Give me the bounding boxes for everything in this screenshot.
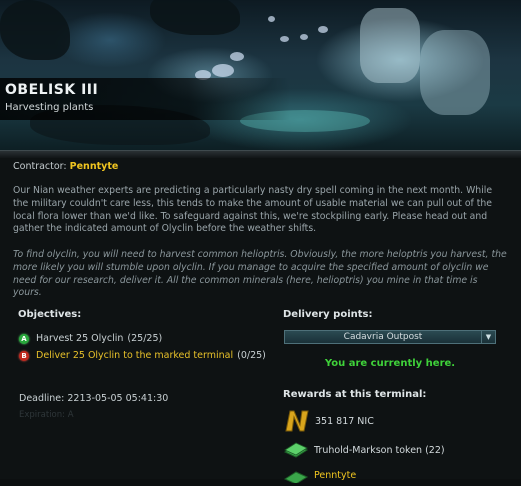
rewards-heading: Rewards at this terminal: — [283, 389, 427, 400]
contractor-line: Contractor: Penntyte — [13, 161, 118, 172]
mission-description: Our Nian weather experts are predicting … — [13, 185, 493, 235]
current-location-status: You are currently here. — [324, 358, 456, 369]
objective-item: A Harvest 25 Olyclin (25/25) — [19, 333, 162, 344]
objective-text: Harvest 25 Olyclin — [36, 333, 124, 344]
delivery-point-select[interactable]: Cadavria Outpost ▼ — [284, 330, 496, 344]
expiration-ghost-text: Expiration: A — [19, 410, 74, 420]
mission-details-panel: Contractor: Penntyte Our Nian weather ex… — [0, 158, 521, 485]
objective-item: B Deliver 25 Olyclin to the marked termi… — [19, 350, 266, 361]
contractor-name[interactable]: Penntyte — [70, 161, 119, 172]
reward-label: Truhold-Markson token (22) — [314, 444, 445, 456]
faction-icon — [283, 467, 309, 485]
mission-banner: OBELISK III Harvesting plants — [0, 0, 521, 150]
reward-item: 351 817 NIC — [284, 409, 374, 433]
nic-currency-icon — [284, 409, 310, 433]
objective-count: (0/25) — [237, 350, 266, 361]
deadline-value: 2213-05-05 05:41:30 — [67, 393, 169, 404]
mission-title: OBELISK III — [5, 82, 99, 98]
objective-text: Deliver 25 Olyclin to the marked termina… — [36, 350, 234, 361]
reward-label: 351 817 NIC — [315, 415, 374, 427]
objective-count: (25/25) — [127, 333, 163, 344]
mission-hint: To find olyclin, you will need to harves… — [13, 249, 507, 299]
objective-active-badge: B — [19, 350, 29, 361]
delivery-point-selected: Cadavria Outpost — [343, 332, 423, 342]
delivery-points-heading: Delivery points: — [283, 309, 373, 320]
deadline-label: Deadline: — [19, 393, 65, 404]
objective-complete-badge: A — [19, 333, 29, 344]
chevron-down-icon[interactable]: ▼ — [481, 331, 495, 343]
contractor-label: Contractor: — [13, 161, 67, 172]
token-icon — [283, 442, 309, 458]
reward-item: Penntyte — [283, 467, 356, 485]
mission-subtitle: Harvesting plants — [5, 102, 94, 113]
objectives-heading: Objectives: — [18, 309, 82, 320]
reward-item: Truhold-Markson token (22) — [283, 442, 445, 458]
deadline: Deadline: 2213-05-05 05:41:30 — [19, 393, 168, 404]
